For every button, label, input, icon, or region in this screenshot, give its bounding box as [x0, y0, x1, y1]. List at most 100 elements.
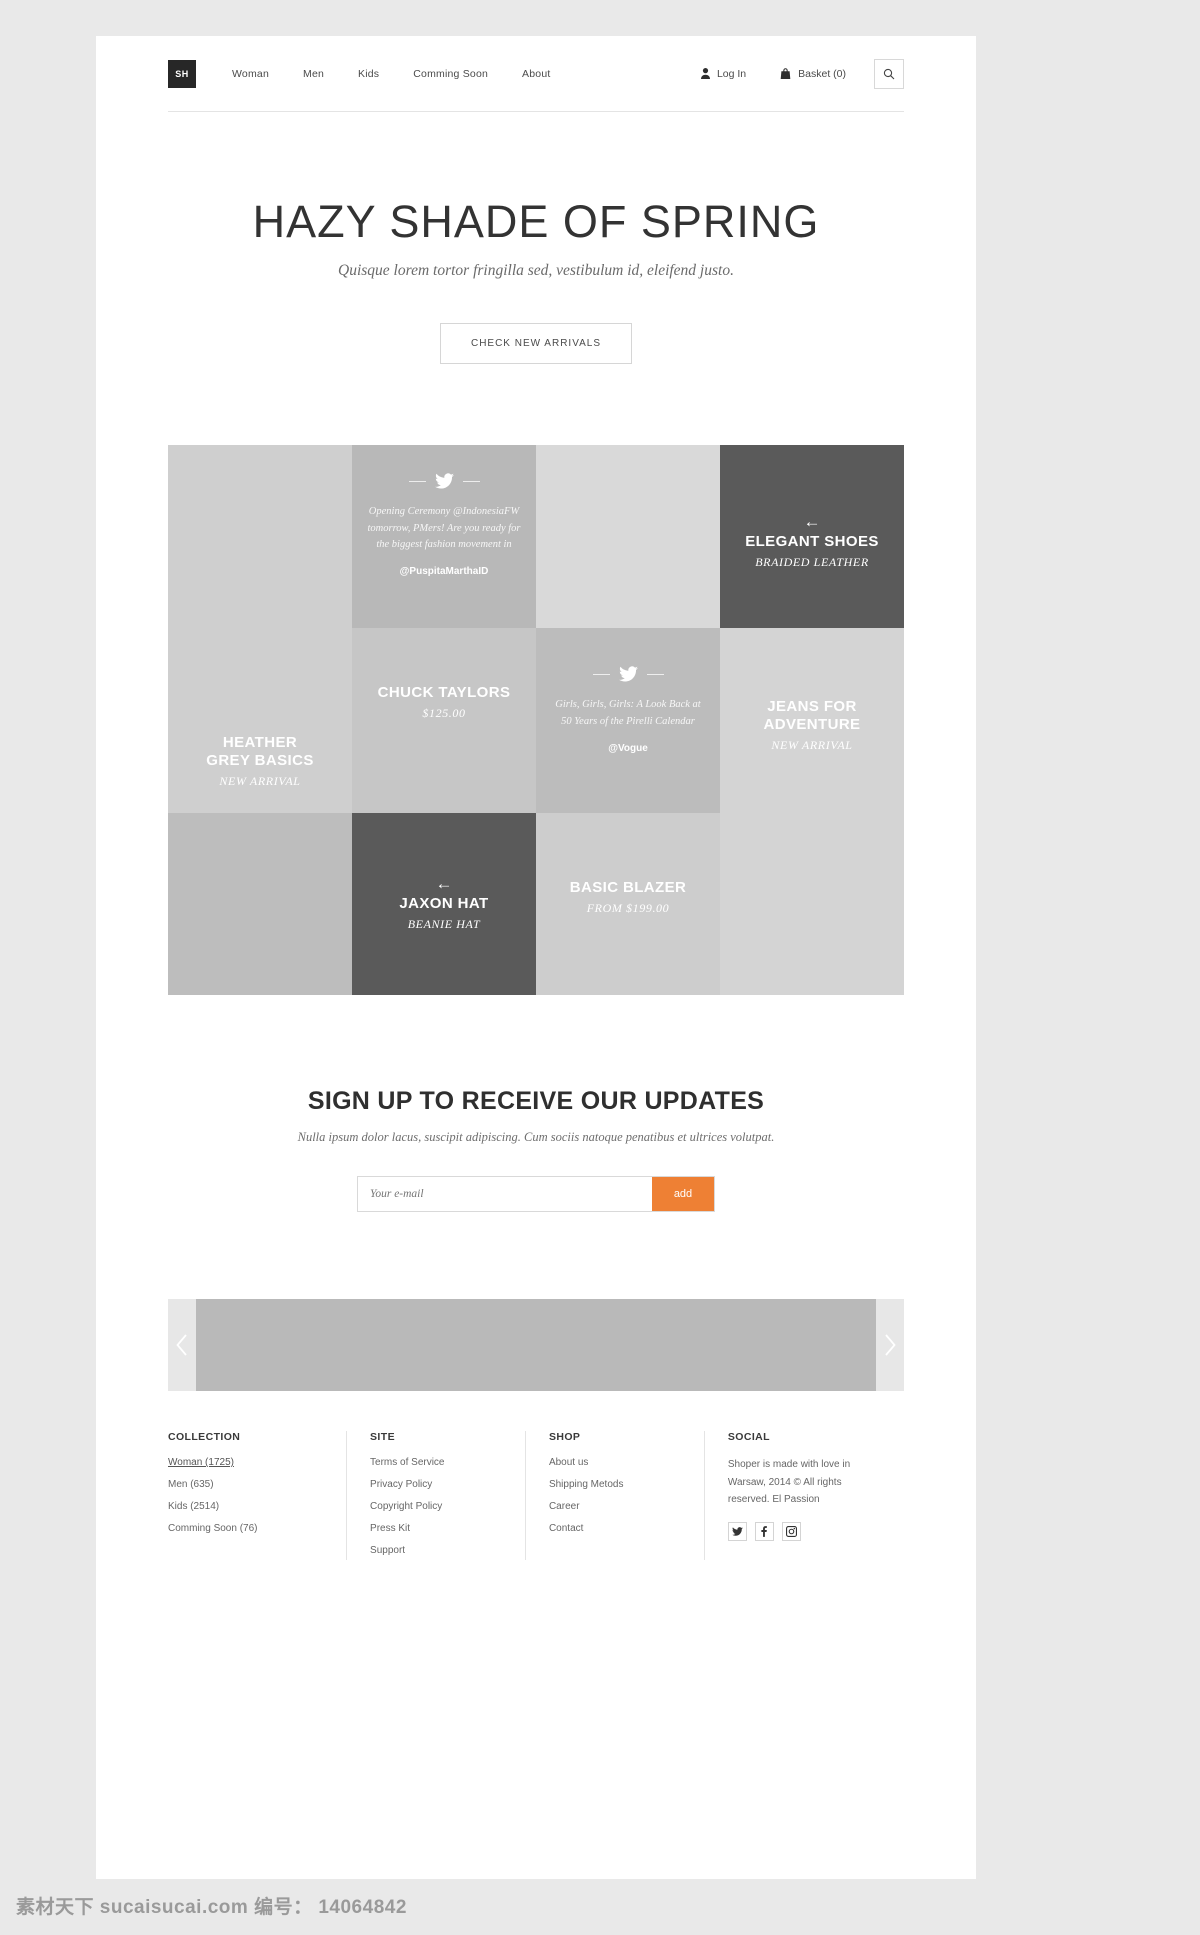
tweet-handle[interactable]: @Vogue	[550, 743, 706, 754]
product-grid-section: HEATHER GREY BASICS NEW ARRIVAL Opening …	[168, 445, 904, 996]
image-carousel	[168, 1299, 904, 1392]
newsletter-section: SIGN UP TO RECEIVE OUR UPDATES Nulla ips…	[168, 995, 904, 1213]
divider-right	[462, 480, 480, 482]
email-input[interactable]	[358, 1177, 652, 1212]
product-grid: HEATHER GREY BASICS NEW ARRIVAL Opening …	[168, 445, 904, 996]
footer-link-copyright-policy[interactable]: Copyright Policy	[370, 1500, 501, 1514]
footer-link-men[interactable]: Men (635)	[168, 1478, 322, 1492]
tile-heather-grey-basics[interactable]: HEATHER GREY BASICS NEW ARRIVAL	[168, 445, 352, 814]
newsletter-subtitle: Nulla ipsum dolor lacus, suscipit adipis…	[297, 1130, 775, 1145]
footer-heading: SITE	[370, 1431, 395, 1444]
tile-basic-blazer[interactable]: BASIC BLAZER FROM $199.00	[536, 813, 720, 996]
newsletter-form: add	[357, 1176, 715, 1213]
basket-label: Basket (0)	[798, 67, 846, 80]
instagram-icon	[785, 1525, 797, 1537]
footer-link-shipping-metods[interactable]: Shipping Metods	[549, 1478, 680, 1492]
nav-item-woman[interactable]: Woman	[232, 68, 269, 80]
tweet-body: Opening Ceremony @IndonesiaFW tomorrow, …	[367, 506, 521, 550]
footer-heading: COLLECTION	[168, 1431, 241, 1444]
tile-title-line1: HEATHER	[222, 734, 298, 752]
nav-item-about[interactable]: About	[522, 68, 550, 80]
facebook-icon	[761, 1525, 768, 1537]
chevron-right-icon	[885, 1334, 896, 1356]
nav-item-kids[interactable]: Kids	[358, 68, 379, 80]
footer-link-woman[interactable]: Woman (1725)	[168, 1456, 322, 1470]
tile-jeans-for-adventure[interactable]: JEANS FOR ADVENTURE NEW ARRIVAL	[720, 628, 904, 996]
search-button[interactable]	[874, 58, 904, 89]
tile-title: ELEGANT SHOES	[745, 533, 879, 551]
footer-credit-text: Shoper is made with love in Warsaw, 2014…	[727, 1459, 851, 1506]
page-title: HAZY SHADE OF SPRING	[252, 196, 820, 247]
tile-subtitle: BEANIE HAT	[407, 917, 481, 932]
arrow-left-icon: ←	[803, 512, 821, 532]
carousel-next-button[interactable]	[876, 1299, 904, 1392]
chevron-left-icon	[176, 1334, 187, 1356]
check-new-arrivals-button[interactable]: CHECK NEW ARRIVALS	[439, 323, 633, 365]
tile-price: FROM $199.00	[586, 901, 670, 916]
tweet-divider-header	[366, 473, 522, 489]
site-page: SH Woman Men Kids Comming Soon About Log…	[96, 36, 976, 1879]
social-instagram-button[interactable]	[781, 1521, 801, 1541]
tile-chuck-taylors[interactable]: CHUCK TAYLORS $125.00	[352, 628, 536, 814]
main-nav: Woman Men Kids Comming Soon About	[232, 68, 585, 80]
tile-title-line1: JEANS FOR	[767, 698, 857, 716]
site-header: SH Woman Men Kids Comming Soon About Log…	[168, 36, 904, 112]
tile-subtitle: BRAIDED LEATHER	[755, 555, 869, 570]
divider-left	[592, 673, 610, 675]
footer-column-social: SOCIAL Shoper is made with love in Warsa…	[703, 1431, 904, 1566]
carousel-track[interactable]	[196, 1299, 876, 1392]
basket-icon	[780, 68, 791, 79]
footer-link-terms-of-service[interactable]: Terms of Service	[370, 1456, 501, 1470]
tile-blank-bottom[interactable]	[168, 813, 352, 996]
tweet-handle[interactable]: @PuspitaMarthaID	[366, 566, 522, 577]
tile-tweet-vogue[interactable]: Girls, Girls, Girls: A Look Back at 50 Y…	[536, 628, 720, 814]
twitter-icon	[731, 1526, 743, 1536]
newsletter-title: SIGN UP TO RECEIVE OUR UPDATES	[307, 1087, 765, 1116]
logo[interactable]: SH	[168, 59, 196, 88]
footer-link-privacy-policy[interactable]: Privacy Policy	[370, 1478, 501, 1492]
footer-link-kids[interactable]: Kids (2514)	[168, 1500, 322, 1514]
footer-link-contact[interactable]: Contact	[549, 1522, 680, 1536]
tile-jaxon-hat[interactable]: ← JAXON HAT BEANIE HAT	[352, 813, 536, 996]
twitter-icon	[434, 473, 454, 489]
tile-elegant-shoes[interactable]: ← ELEGANT SHOES BRAIDED LEATHER	[720, 445, 904, 629]
social-links	[727, 1521, 880, 1541]
footer-heading: SHOP	[548, 1431, 581, 1444]
login-link[interactable]: Log In	[700, 68, 746, 80]
footer-link-career[interactable]: Career	[549, 1500, 680, 1514]
tile-title-line2: GREY BASICS	[206, 752, 314, 770]
footer-column-shop: SHOP About us Shipping Metods Career Con…	[524, 1431, 704, 1566]
user-icon	[700, 68, 710, 79]
divider-left	[408, 480, 426, 482]
nav-item-comming-soon[interactable]: Comming Soon	[413, 68, 488, 80]
tile-title: BASIC BLAZER	[569, 879, 687, 897]
header-actions: Log In Basket (0)	[667, 58, 904, 89]
tweet-divider-header	[550, 666, 706, 682]
footer-link-press-kit[interactable]: Press Kit	[370, 1522, 501, 1536]
watermark: 素材天下 sucaisucai.com 编号： 14064842	[16, 1897, 407, 1918]
basket-link[interactable]: Basket (0)	[780, 68, 846, 80]
footer-link-support[interactable]: Support	[370, 1544, 501, 1558]
footer-link-comming-soon[interactable]: Comming Soon (76)	[168, 1522, 322, 1536]
hero-subtitle: Quisque lorem tortor fringilla sed, vest…	[338, 262, 734, 280]
footer-column-site: SITE Terms of Service Privacy Policy Cop…	[346, 1431, 525, 1566]
nav-item-men[interactable]: Men	[303, 68, 324, 80]
tile-subtitle: NEW ARRIVAL	[771, 738, 853, 753]
carousel-prev-button[interactable]	[168, 1299, 196, 1392]
hero-section: HAZY SHADE OF SPRING Quisque lorem torto…	[168, 112, 904, 365]
social-twitter-button[interactable]	[727, 1521, 747, 1541]
search-icon	[883, 68, 895, 79]
footer-heading: SOCIAL	[727, 1431, 770, 1444]
tile-title-line2: ADVENTURE	[763, 716, 861, 734]
newsletter-add-button[interactable]: add	[652, 1177, 714, 1212]
site-footer: COLLECTION Woman (1725) Men (635) Kids (…	[168, 1431, 904, 1606]
tweet-body: Girls, Girls, Girls: A Look Back at 50 Y…	[555, 699, 701, 727]
tile-blank-top[interactable]	[536, 445, 720, 629]
footer-link-about-us[interactable]: About us	[549, 1456, 680, 1470]
social-facebook-button[interactable]	[754, 1521, 774, 1541]
footer-column-collection: COLLECTION Woman (1725) Men (635) Kids (…	[168, 1431, 346, 1566]
tile-price: $125.00	[422, 706, 466, 721]
twitter-icon	[618, 666, 638, 682]
tile-title: JAXON HAT	[399, 895, 489, 913]
tile-tweet-puspitamarthaid[interactable]: Opening Ceremony @IndonesiaFW tomorrow, …	[352, 445, 536, 629]
